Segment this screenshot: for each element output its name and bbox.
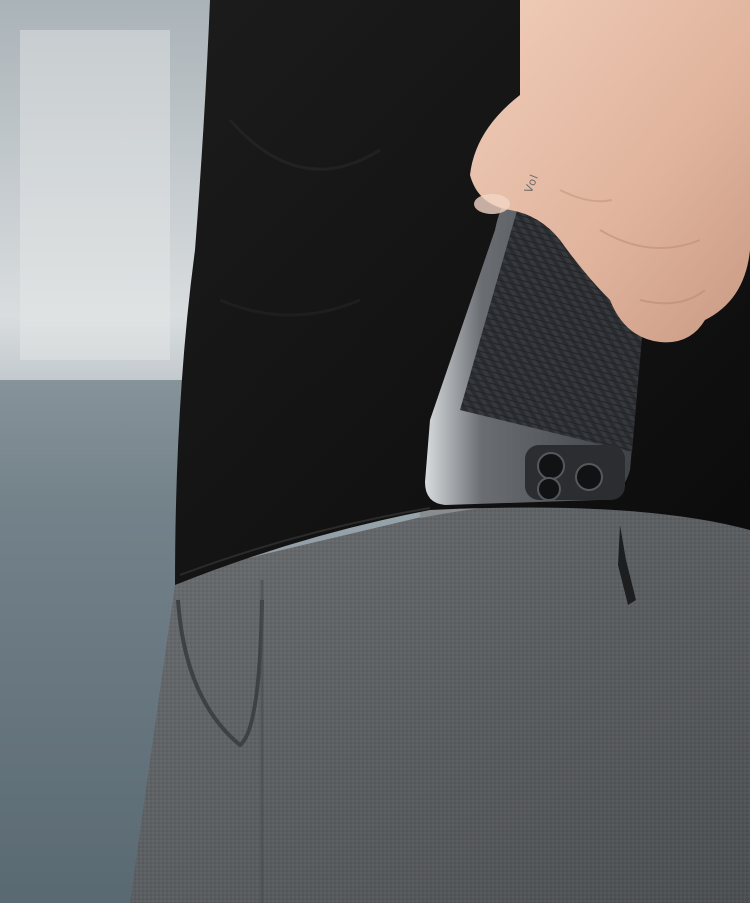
camera-lens-icon <box>575 463 603 491</box>
camera-lens-icon <box>537 477 561 501</box>
photo-scene <box>0 0 750 903</box>
background-window <box>20 30 170 360</box>
camera-lens-icon <box>537 452 565 480</box>
product-photo: Vol <box>0 0 750 903</box>
thumb-nail <box>474 194 510 214</box>
